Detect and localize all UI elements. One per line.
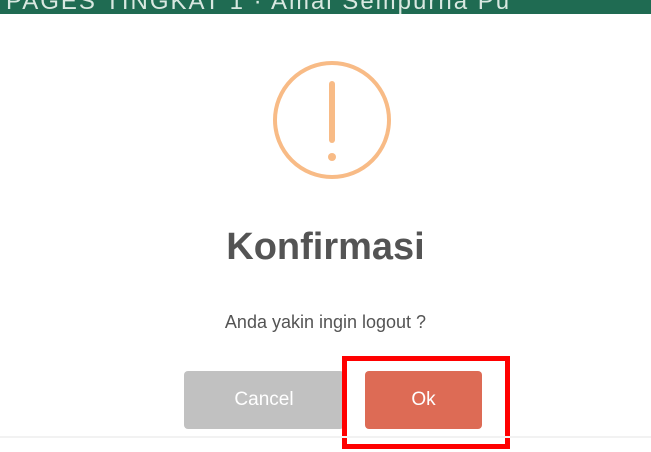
background-header-strip: PAGES TINGKAT 1 · Amal Sempurna Pu	[0, 0, 651, 14]
dialog-bottom-divider	[0, 436, 651, 438]
warning-icon	[273, 61, 391, 179]
confirmation-dialog: Konfirmasi Anda yakin ingin logout ? Can…	[0, 14, 651, 452]
background-header-text: PAGES TINGKAT 1 · Amal Sempurna Pu	[6, 0, 512, 14]
dialog-message: Anda yakin ingin logout ?	[224, 312, 427, 332]
cancel-button[interactable]: Cancel	[184, 371, 344, 429]
ok-button[interactable]: Ok	[365, 371, 482, 429]
dialog-title: Konfirmasi	[226, 226, 425, 268]
